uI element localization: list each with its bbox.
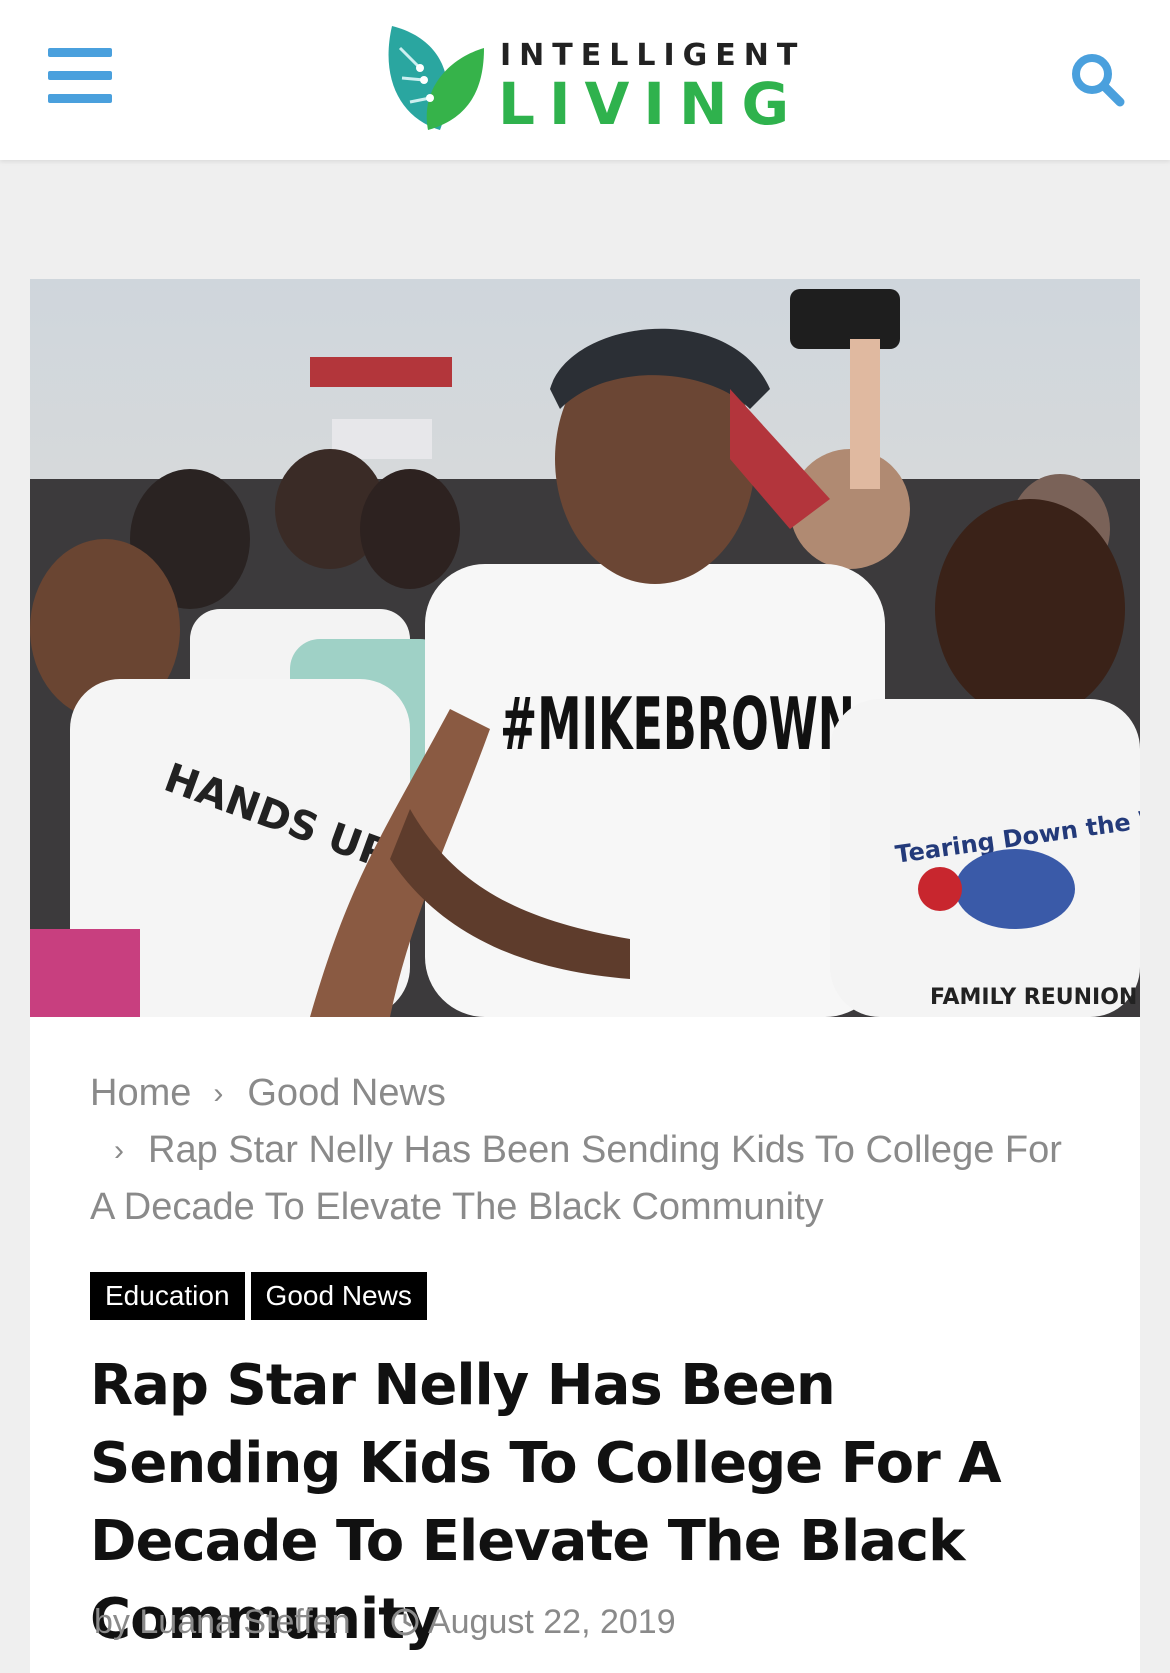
breadcrumb: Home › Good News › Rap Star Nelly Has Been S…	[90, 1065, 1090, 1235]
chevron-right-icon: ›	[114, 1134, 124, 1167]
category-tags: Education Good News	[90, 1272, 433, 1320]
article-card: Home › Good News › Rap Star Nelly Has Been S…	[30, 1017, 1140, 1673]
tag-education[interactable]: Education	[90, 1272, 245, 1320]
center-shirt-text: #MIKEBROWN	[500, 682, 855, 766]
right-shirt-footer: FAMILY REUNION 2011	[930, 985, 1140, 1010]
hamburger-menu-icon[interactable]	[48, 48, 112, 104]
breadcrumb-current: Rap Star Nelly Has Been Sending Kids To …	[90, 1129, 1062, 1228]
logo-text-bottom: LIVING	[498, 70, 804, 138]
article-hero-image: HANDS UP DON'T SHOOT #MIKEBROWN Tearing …	[30, 279, 1140, 1017]
breadcrumb-category[interactable]: Good News	[247, 1072, 446, 1114]
chevron-right-icon: ›	[213, 1077, 224, 1110]
breadcrumb-home[interactable]: Home	[90, 1072, 191, 1114]
site-logo[interactable]: INTELLIGENT LIVING	[380, 18, 800, 138]
byline-prefix: by	[94, 1603, 130, 1641]
publish-date: August 22, 2019	[427, 1603, 676, 1641]
clock-icon	[391, 1608, 419, 1636]
tag-good-news[interactable]: Good News	[250, 1272, 427, 1320]
logo-text-top: INTELLIGENT	[500, 38, 806, 73]
author-link[interactable]: Luana Steffen	[139, 1603, 350, 1641]
site-header: INTELLIGENT LIVING	[0, 0, 1170, 160]
hero-photo: HANDS UP DON'T SHOOT #MIKEBROWN Tearing …	[30, 279, 1140, 1017]
leaf-logo-icon	[388, 26, 484, 130]
search-icon[interactable]	[1068, 50, 1128, 110]
article-meta: by Luana Steffen August 22, 2019	[94, 1599, 676, 1645]
